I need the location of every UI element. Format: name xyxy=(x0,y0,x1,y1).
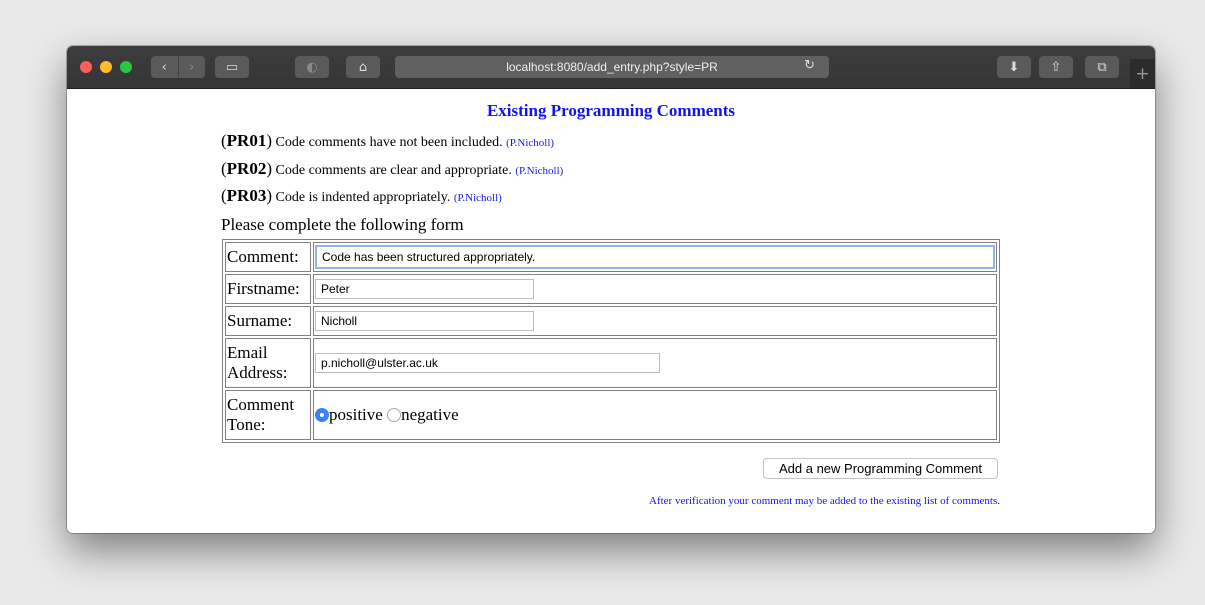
sidebar-icon[interactable]: ▭ xyxy=(215,56,249,78)
maximize-window-button[interactable] xyxy=(120,61,132,73)
tone-label: Comment Tone: xyxy=(225,390,311,440)
form-prompt: Please complete the following form xyxy=(221,215,464,234)
firstname-input[interactable]: Peter xyxy=(315,279,534,299)
history-nav: ‹ › xyxy=(151,56,205,78)
forward-icon[interactable]: › xyxy=(177,56,206,78)
comment-input[interactable]: Code has been structured appropriately. xyxy=(315,245,995,269)
add-comment-button[interactable]: Add a new Programming Comment xyxy=(763,458,998,479)
url-text: localhost:8080/add_entry.php?style=PR xyxy=(506,60,718,74)
new-tab-icon[interactable]: + xyxy=(1130,59,1155,88)
comment-text: Code is indented appropriately. xyxy=(275,190,451,205)
minimize-window-button[interactable] xyxy=(100,61,112,73)
page-content: Existing Programming Comments (PR01) Cod… xyxy=(67,89,1155,533)
privacy-shield-icon[interactable]: ◐ xyxy=(295,56,329,78)
page-title: Existing Programming Comments xyxy=(486,101,736,120)
comment-code: PR02 xyxy=(226,159,267,178)
comment-text: Code comments have not been included. xyxy=(275,135,503,150)
email-label: Email Address: xyxy=(225,338,311,388)
comment-label: Comment: xyxy=(225,242,311,272)
reload-icon[interactable]: ↻ xyxy=(804,58,815,73)
address-bar[interactable]: localhost:8080/add_entry.php?style=PR ↻ xyxy=(395,56,829,78)
comment-entry-pr03: (PR03) Code is indented appropriately. (… xyxy=(221,186,502,205)
comment-entry-pr01: (PR01) Code comments have not been inclu… xyxy=(221,131,555,150)
tabs-overview-icon[interactable]: ⧉ xyxy=(1085,56,1119,78)
comment-entry-pr02: (PR02) Code comments are clear and appro… xyxy=(221,159,564,178)
downloads-icon[interactable]: ⬇ xyxy=(997,56,1031,78)
browser-window: ‹ › ▭ ◐ ⌂ localhost:8080/add_entry.php?s… xyxy=(67,46,1155,533)
tone-negative-label[interactable]: negative xyxy=(401,405,459,424)
desktop: ‹ › ▭ ◐ ⌂ localhost:8080/add_entry.php?s… xyxy=(0,0,1205,605)
tone-options: positive negative xyxy=(313,390,997,440)
comment-code: PR03 xyxy=(226,186,267,205)
comment-author: (P.Nicholl) xyxy=(506,137,555,149)
share-icon[interactable]: ⇧ xyxy=(1039,56,1073,78)
tone-negative-radio[interactable] xyxy=(387,408,402,422)
comment-author: (P.Nicholl) xyxy=(453,192,502,204)
surname-label: Surname: xyxy=(225,306,311,336)
verification-note: After verification your comment may be a… xyxy=(649,495,1000,507)
comment-code: PR01 xyxy=(226,131,267,150)
home-icon[interactable]: ⌂ xyxy=(346,56,380,78)
surname-input[interactable]: Nicholl xyxy=(315,311,534,331)
close-window-button[interactable] xyxy=(80,61,92,73)
comment-text: Code comments are clear and appropriate. xyxy=(275,163,512,178)
title-bar: ‹ › ▭ ◐ ⌂ localhost:8080/add_entry.php?s… xyxy=(67,46,1155,89)
email-input[interactable]: p.nicholl@ulster.ac.uk xyxy=(315,353,660,373)
comment-author: (P.Nicholl) xyxy=(515,165,564,177)
back-icon[interactable]: ‹ xyxy=(151,56,178,78)
tone-positive-radio[interactable] xyxy=(315,408,329,422)
entry-form-table: Comment: Code has been structured approp… xyxy=(222,239,1000,443)
tone-positive-label[interactable]: positive xyxy=(329,405,383,424)
firstname-label: Firstname: xyxy=(225,274,311,304)
